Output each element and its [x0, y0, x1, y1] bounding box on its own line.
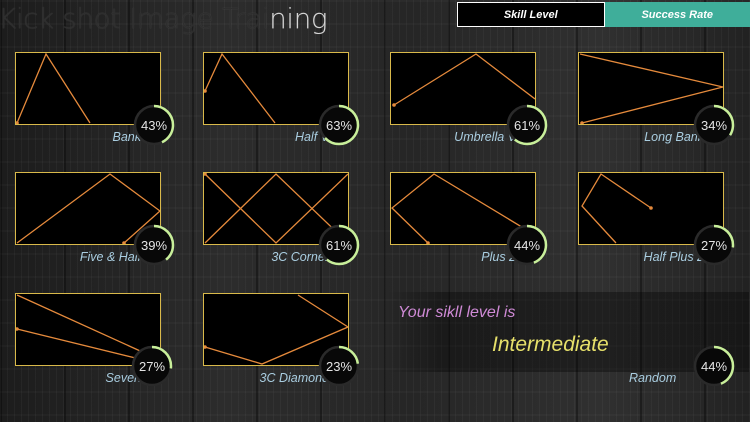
- success-ring-five-and-half: 39%: [132, 223, 176, 267]
- success-ring-bank: 43%: [132, 103, 176, 147]
- tab-bar: Skill Level Success Rate: [457, 2, 750, 27]
- random-shot-label[interactable]: Random: [629, 371, 676, 385]
- success-percent: 44%: [513, 237, 541, 253]
- success-ring-3c-diamond: 23%: [317, 344, 361, 388]
- success-percent: 39%: [140, 237, 168, 253]
- app-title-dim: Kick shot Image Trai: [0, 2, 270, 35]
- tab-skill-level[interactable]: Skill Level: [457, 2, 605, 27]
- success-percent: 61%: [513, 117, 541, 133]
- success-percent: 44%: [700, 358, 728, 374]
- tab-success-rate[interactable]: Success Rate: [604, 2, 750, 27]
- skill-level-value: Intermediate: [492, 333, 609, 356]
- success-ring-half-plus-2: 27%: [692, 223, 736, 267]
- success-percent: 27%: [700, 237, 728, 253]
- success-percent: 43%: [140, 117, 168, 133]
- success-percent: 34%: [700, 117, 728, 133]
- success-ring-3c-corner: 61%: [317, 223, 361, 267]
- success-ring-random[interactable]: 44%: [692, 344, 736, 388]
- success-ring-seven: 27%: [130, 344, 174, 388]
- success-percent: 27%: [138, 358, 166, 374]
- success-ring-umbrella-v: 61%: [505, 103, 549, 147]
- success-percent: 23%: [325, 358, 353, 374]
- success-ring-half-v: 63%: [317, 103, 361, 147]
- success-ring-plus-2: 44%: [505, 223, 549, 267]
- success-percent: 61%: [325, 237, 353, 253]
- app-title-bright: ning: [269, 2, 328, 35]
- success-percent: 63%: [325, 117, 353, 133]
- success-ring-long-bank: 34%: [692, 103, 736, 147]
- app-title: Kick shot Image Training: [0, 2, 328, 35]
- skill-level-prompt: Your sikll level is: [398, 304, 516, 321]
